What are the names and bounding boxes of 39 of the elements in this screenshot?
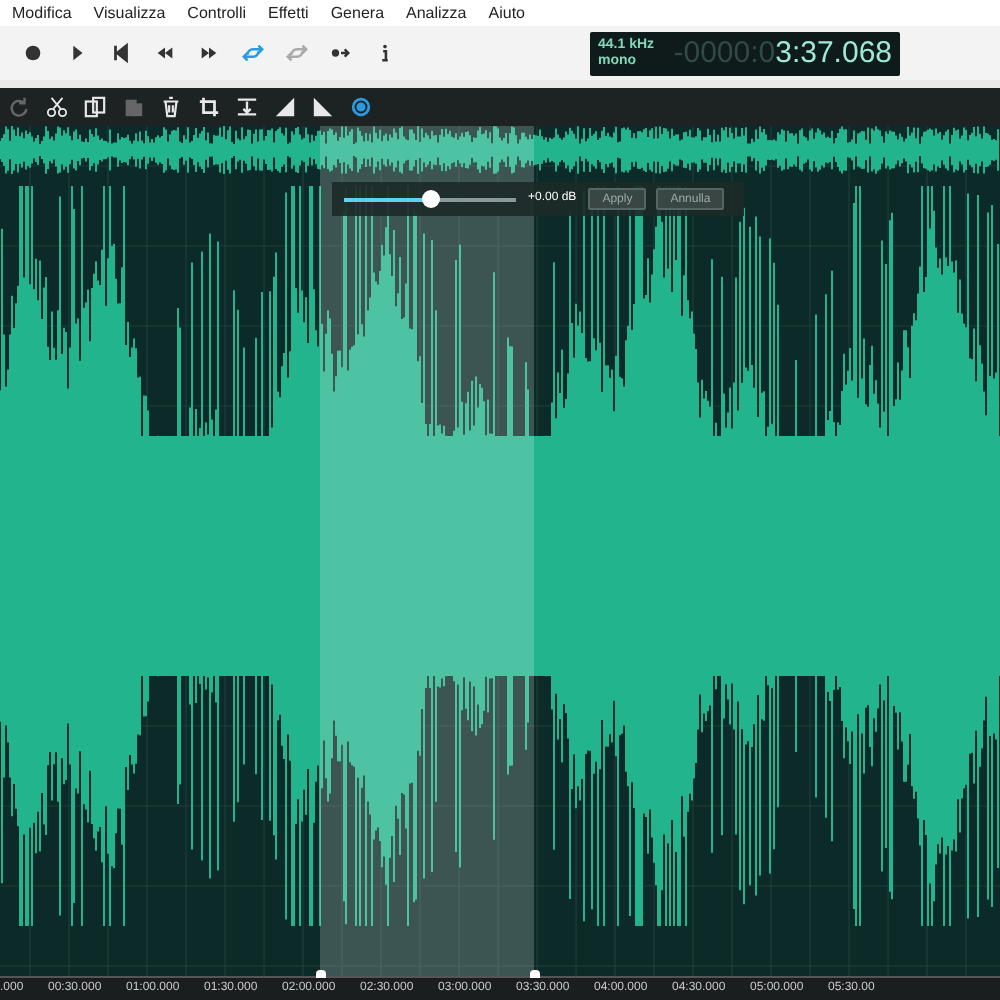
selection-marker[interactable]	[530, 970, 540, 978]
time-readout: 3:37.068	[775, 38, 892, 68]
menu-item[interactable]: Controlli	[187, 1, 247, 25]
gain-slider[interactable]	[344, 190, 516, 208]
record-button[interactable]	[20, 40, 46, 66]
loop-button[interactable]	[240, 40, 266, 66]
paste-icon	[122, 96, 144, 118]
effect-icon	[350, 96, 372, 118]
crop-button[interactable]	[196, 94, 222, 120]
menu-item[interactable]: Modifica	[12, 1, 72, 25]
dot-arrow-icon	[330, 42, 352, 64]
menu-item[interactable]: Effetti	[268, 1, 309, 25]
loop-icon	[242, 42, 264, 64]
fade-in-button[interactable]	[272, 94, 298, 120]
fade-out-icon	[312, 96, 334, 118]
rewind-icon	[154, 42, 176, 64]
skip-start-button[interactable]	[108, 40, 134, 66]
normalize-icon	[236, 96, 258, 118]
selection-marker[interactable]	[316, 970, 326, 978]
menu-item[interactable]: Visualizza	[93, 1, 166, 25]
skip-start-icon	[110, 42, 132, 64]
fade-in-icon	[274, 96, 296, 118]
record-icon	[22, 42, 44, 64]
delete-button[interactable]	[158, 94, 184, 120]
redo-icon	[8, 96, 30, 118]
fade-out-button[interactable]	[310, 94, 336, 120]
loop-icon	[286, 42, 308, 64]
menu-item[interactable]: Aiuto	[488, 1, 525, 25]
delete-icon	[160, 96, 182, 118]
copy-button[interactable]	[82, 94, 108, 120]
crop-icon	[198, 96, 220, 118]
fast-forward-icon	[198, 42, 220, 64]
cut-button[interactable]	[44, 94, 70, 120]
menu-item[interactable]: Genera	[330, 1, 385, 25]
effect-button[interactable]	[348, 94, 374, 120]
copy-icon	[84, 96, 106, 118]
menu-item[interactable]: Analizza	[406, 1, 467, 25]
cut-icon	[46, 96, 68, 118]
normalize-button[interactable]	[234, 94, 260, 120]
